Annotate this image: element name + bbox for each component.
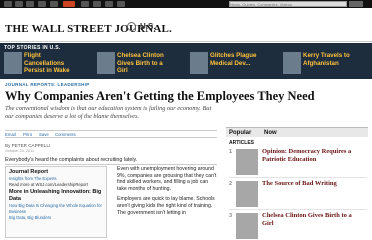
popular-article[interactable]: 3 Chelsea Clinton Gives Birth to a Girl — [229, 212, 367, 240]
top-story-title[interactable]: Kerry Travels to Afghanistan — [303, 52, 355, 67]
masthead: THE WALL STREET JOURNAL. U.S. — [0, 8, 372, 42]
journal-report-box: Journal Report Insights from The Experts… — [5, 166, 107, 238]
popular-now-sidebar: Popular Now ARTICLES 1 Opinion: Democrac… — [226, 127, 368, 240]
article-lead: Everybody's heard the complaints about r… — [5, 157, 138, 163]
radio-icon[interactable] — [50, 1, 58, 7]
top-story-title[interactable]: Glitches Plague Medical Dev... — [210, 52, 262, 67]
tablet-icon[interactable] — [105, 1, 113, 7]
article-title[interactable]: The Source of Bad Writing — [262, 180, 362, 188]
popular-now-tabs: Popular Now — [226, 127, 368, 137]
live-button[interactable] — [63, 1, 75, 7]
tab-now[interactable]: Now — [264, 130, 277, 136]
home-icon[interactable] — [4, 1, 12, 7]
save-button[interactable]: Save — [39, 132, 49, 137]
top-story-thumbnail — [97, 52, 115, 74]
breadcrumb[interactable]: JOURNAL REPORTS: LEADERSHIP — [5, 82, 90, 87]
top-stories-bar: TOP STORIES IN U.S. Flight Cancellations… — [0, 43, 372, 79]
top-story-item[interactable]: Kerry Travels to Afghanistan — [283, 52, 355, 78]
market-icon[interactable] — [93, 1, 101, 7]
top-story-thumbnail — [283, 52, 301, 74]
top-story-item[interactable]: Glitches Plague Medical Dev... — [190, 52, 262, 78]
top-stories-label: TOP STORIES IN U.S. — [4, 45, 61, 51]
article-headline: Why Companies Aren't Getting the Employe… — [5, 89, 315, 103]
globe-icon[interactable] — [127, 22, 136, 31]
europe-edition-icon[interactable] — [15, 1, 23, 7]
top-story-thumbnail — [190, 52, 208, 74]
search-button[interactable] — [349, 1, 363, 7]
article-paragraph: Even with unemployment hovering around 9… — [117, 166, 217, 192]
article-date: October 24, 2011 — [5, 149, 35, 153]
journal-report-subhead: More in Unleashing Innovation: Big Data — [9, 189, 102, 202]
popular-article[interactable]: 1 Opinion: Democracy Requires a Patrioti… — [229, 148, 367, 178]
article-title[interactable]: Chelsea Clinton Gives Birth to a Girl — [262, 212, 362, 227]
asia-edition-icon[interactable] — [26, 1, 34, 7]
popular-article[interactable]: 2 The Source of Bad Writing — [229, 180, 367, 210]
top-story-thumbnail — [4, 52, 22, 74]
article-thumbnail[interactable] — [236, 181, 258, 207]
article-paragraph: Employers are quick to lay blame. School… — [117, 196, 215, 216]
divider — [5, 164, 217, 165]
article-thumbnail[interactable] — [236, 213, 258, 239]
top-story-item[interactable]: Flight Cancellations Persist in Wake — [4, 52, 76, 78]
article-title[interactable]: Opinion: Democracy Requires a Patriotic … — [262, 148, 362, 163]
article-thumbnail[interactable] — [236, 149, 258, 175]
comments-button[interactable]: Comments — [55, 132, 76, 137]
journal-report-title: Journal Report — [9, 169, 49, 175]
tab-popular[interactable]: Popular — [229, 130, 251, 136]
mobile-icon[interactable] — [117, 1, 125, 7]
articles-heading: ARTICLES — [229, 140, 254, 146]
journal-report-list-item[interactable]: How Big Data Is Changing the Whole Equat… — [9, 203, 103, 214]
article-dek: The conventional wisdom is that our educ… — [5, 105, 212, 120]
byline[interactable]: By PETER CAPPELLI — [5, 143, 50, 148]
wsj-plus-icon[interactable] — [81, 1, 89, 7]
print-button[interactable]: Print — [23, 132, 32, 137]
edition-selector[interactable]: U.S. — [140, 22, 156, 31]
article-rank: 2 — [229, 181, 233, 187]
top-story-item[interactable]: Chelsea Clinton Gives Birth to a Girl — [97, 52, 169, 78]
journal-report-link[interactable]: Read more at WSJ.com/LeadershipReport — [9, 182, 103, 188]
article-rank: 3 — [229, 213, 233, 219]
article-rank: 1 — [229, 149, 233, 155]
email-button[interactable]: Email — [5, 132, 16, 137]
video-icon[interactable] — [38, 1, 46, 7]
top-story-title[interactable]: Flight Cancellations Persist in Wake — [24, 52, 76, 75]
top-utility-bar — [0, 0, 372, 8]
search-input[interactable] — [229, 1, 347, 7]
article-body: Even with unemployment hovering around 9… — [117, 166, 217, 220]
top-story-title[interactable]: Chelsea Clinton Gives Birth to a Girl — [117, 52, 169, 75]
article-tools: Email Print Save Comments — [5, 130, 217, 138]
journal-report-list-item[interactable]: Big Data, Big Blunders — [9, 215, 103, 221]
